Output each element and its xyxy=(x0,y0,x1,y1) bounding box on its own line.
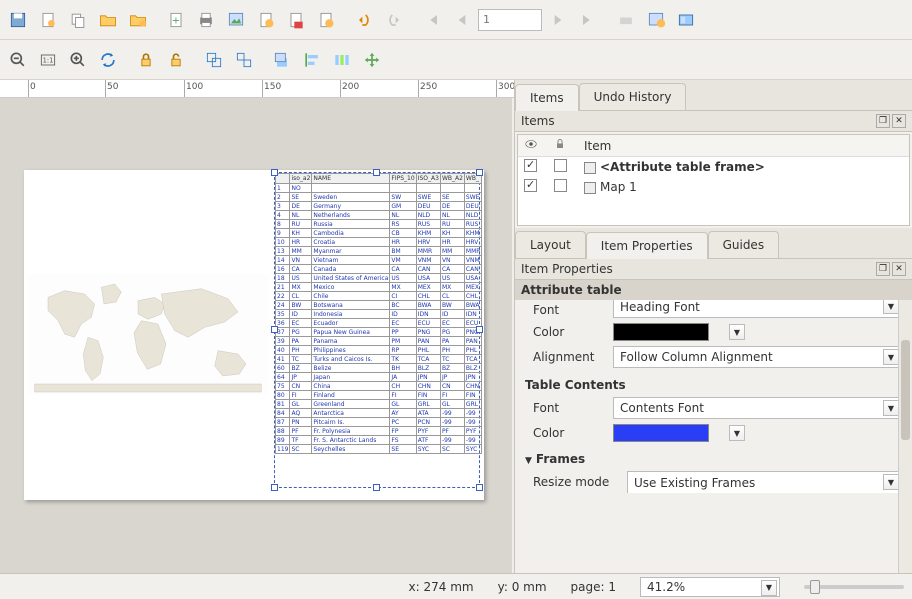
tab-item-properties[interactable]: Item Properties xyxy=(586,232,708,259)
page-number-input[interactable]: 1 xyxy=(478,9,542,31)
visibility-checkbox[interactable] xyxy=(524,179,537,192)
redo-button[interactable] xyxy=(380,6,408,34)
tab-layout[interactable]: Layout xyxy=(515,231,586,258)
undo-button[interactable] xyxy=(350,6,378,34)
next-page-button[interactable] xyxy=(544,6,572,34)
export-image-button[interactable] xyxy=(222,6,250,34)
resize-mode-label: Resize mode xyxy=(533,475,619,489)
group-button[interactable] xyxy=(200,46,228,74)
layout-page: iso_a2NAMEFIPS_10ISO_A3WB_A2WB_ 1NO2SESw… xyxy=(24,170,484,500)
ungroup-button[interactable] xyxy=(230,46,258,74)
status-y: y: 0 mm xyxy=(498,580,547,594)
status-bar: x: 274 mm y: 0 mm page: 1 41.2%▼ xyxy=(0,573,912,599)
panel-close-icon[interactable]: ✕ xyxy=(892,262,906,276)
attribute-table-section-title: Attribute table xyxy=(515,280,912,300)
heading-color-label: Color xyxy=(533,325,605,339)
prev-page-button[interactable] xyxy=(448,6,476,34)
chevron-down-icon[interactable]: ▼ xyxy=(729,324,745,340)
top-tabs: Items Undo History xyxy=(515,80,912,111)
add-item-button[interactable]: + xyxy=(162,6,190,34)
open-button[interactable] xyxy=(94,6,122,34)
list-item[interactable]: <Attribute table frame> xyxy=(518,157,909,178)
right-panel: Items Undo History Items ❐ ✕ Item <Attri… xyxy=(514,80,912,573)
disclosure-triangle-icon: ▼ xyxy=(525,456,532,466)
svg-text:+: + xyxy=(172,15,180,26)
zoom-input[interactable]: 41.2%▼ xyxy=(640,577,780,597)
atlas-preview-button[interactable] xyxy=(672,6,700,34)
contents-color-swatch[interactable] xyxy=(613,424,709,442)
refresh-button[interactable] xyxy=(94,46,122,74)
unlock-button[interactable] xyxy=(162,46,190,74)
table-contents-heading: Table Contents xyxy=(525,378,902,392)
item-props-header: Item Properties ❐ ✕ xyxy=(515,259,912,280)
export-pdf-button[interactable] xyxy=(282,6,310,34)
status-x: x: 274 mm xyxy=(409,580,474,594)
lock-icon xyxy=(554,137,566,151)
zoom-out-button[interactable] xyxy=(4,46,32,74)
canvas[interactable]: iso_a2NAMEFIPS_10ISO_A3WB_A2WB_ 1NO2SESw… xyxy=(0,98,512,573)
raise-button[interactable] xyxy=(268,46,296,74)
zoom-slider[interactable] xyxy=(804,585,904,589)
main-toolbar-1: + 1 xyxy=(0,0,912,40)
tab-guides[interactable]: Guides xyxy=(708,231,780,258)
duplicate-button[interactable] xyxy=(64,6,92,34)
list-item[interactable]: Map 1 xyxy=(518,177,909,197)
first-page-button[interactable] xyxy=(418,6,446,34)
chevron-down-icon: ▼ xyxy=(883,474,899,490)
settings-button[interactable] xyxy=(312,6,340,34)
atlas-settings-button[interactable] xyxy=(642,6,670,34)
chevron-down-icon: ▼ xyxy=(883,300,899,314)
tab-undo-history[interactable]: Undo History xyxy=(579,83,687,110)
items-list[interactable]: Item <Attribute table frame>Map 1 xyxy=(517,134,910,226)
main-toolbar-2: 1:1 xyxy=(0,40,912,80)
chevron-down-icon[interactable]: ▼ xyxy=(729,425,745,441)
contents-font-select[interactable]: Contents Font▼ xyxy=(613,397,902,419)
chevron-down-icon: ▼ xyxy=(883,400,899,416)
lock-checkbox[interactable] xyxy=(554,159,567,172)
panel-restore-icon[interactable]: ❐ xyxy=(876,114,890,128)
frames-heading[interactable]: ▼Frames xyxy=(525,452,902,466)
last-page-button[interactable] xyxy=(574,6,602,34)
contents-font-label: Font xyxy=(533,401,605,415)
resize-button[interactable] xyxy=(358,46,386,74)
zoom-actual-button[interactable]: 1:1 xyxy=(34,46,62,74)
distribute-button[interactable] xyxy=(328,46,356,74)
mid-tabs: Layout Item Properties Guides xyxy=(515,228,912,259)
map-frame[interactable] xyxy=(28,264,268,404)
chevron-down-icon: ▼ xyxy=(761,580,777,596)
templates-button[interactable] xyxy=(124,6,152,34)
heading-color-swatch[interactable] xyxy=(613,323,709,341)
zoom-in-button[interactable] xyxy=(64,46,92,74)
align-left-button[interactable] xyxy=(298,46,326,74)
svg-text:1:1: 1:1 xyxy=(43,56,54,64)
chevron-down-icon: ▼ xyxy=(883,349,899,365)
export-svg-button[interactable] xyxy=(252,6,280,34)
lock-checkbox[interactable] xyxy=(554,179,567,192)
lock-button[interactable] xyxy=(132,46,160,74)
status-page: page: 1 xyxy=(571,580,616,594)
panel-close-icon[interactable]: ✕ xyxy=(892,114,906,128)
tab-items[interactable]: Items xyxy=(515,84,579,111)
new-layout-button[interactable] xyxy=(34,6,62,34)
save-button[interactable] xyxy=(4,6,32,34)
heading-font-label: Font xyxy=(533,303,605,317)
alignment-label: Alignment xyxy=(533,350,605,364)
scrollbar[interactable] xyxy=(898,300,912,573)
resize-mode-select[interactable]: Use Existing Frames▼ xyxy=(627,471,902,493)
alignment-select[interactable]: Follow Column Alignment▼ xyxy=(613,346,902,368)
contents-color-label: Color xyxy=(533,426,605,440)
panel-restore-icon[interactable]: ❐ xyxy=(876,262,890,276)
attribute-table-frame[interactable]: iso_a2NAMEFIPS_10ISO_A3WB_A2WB_ 1NO2SESw… xyxy=(274,172,480,488)
eye-icon xyxy=(524,137,538,151)
items-panel-header: Items ❐ ✕ xyxy=(515,111,912,132)
heading-font-select[interactable]: Heading Font▼ xyxy=(613,300,902,318)
print-atlas-button[interactable] xyxy=(612,6,640,34)
print-button[interactable] xyxy=(192,6,220,34)
visibility-checkbox[interactable] xyxy=(524,159,537,172)
